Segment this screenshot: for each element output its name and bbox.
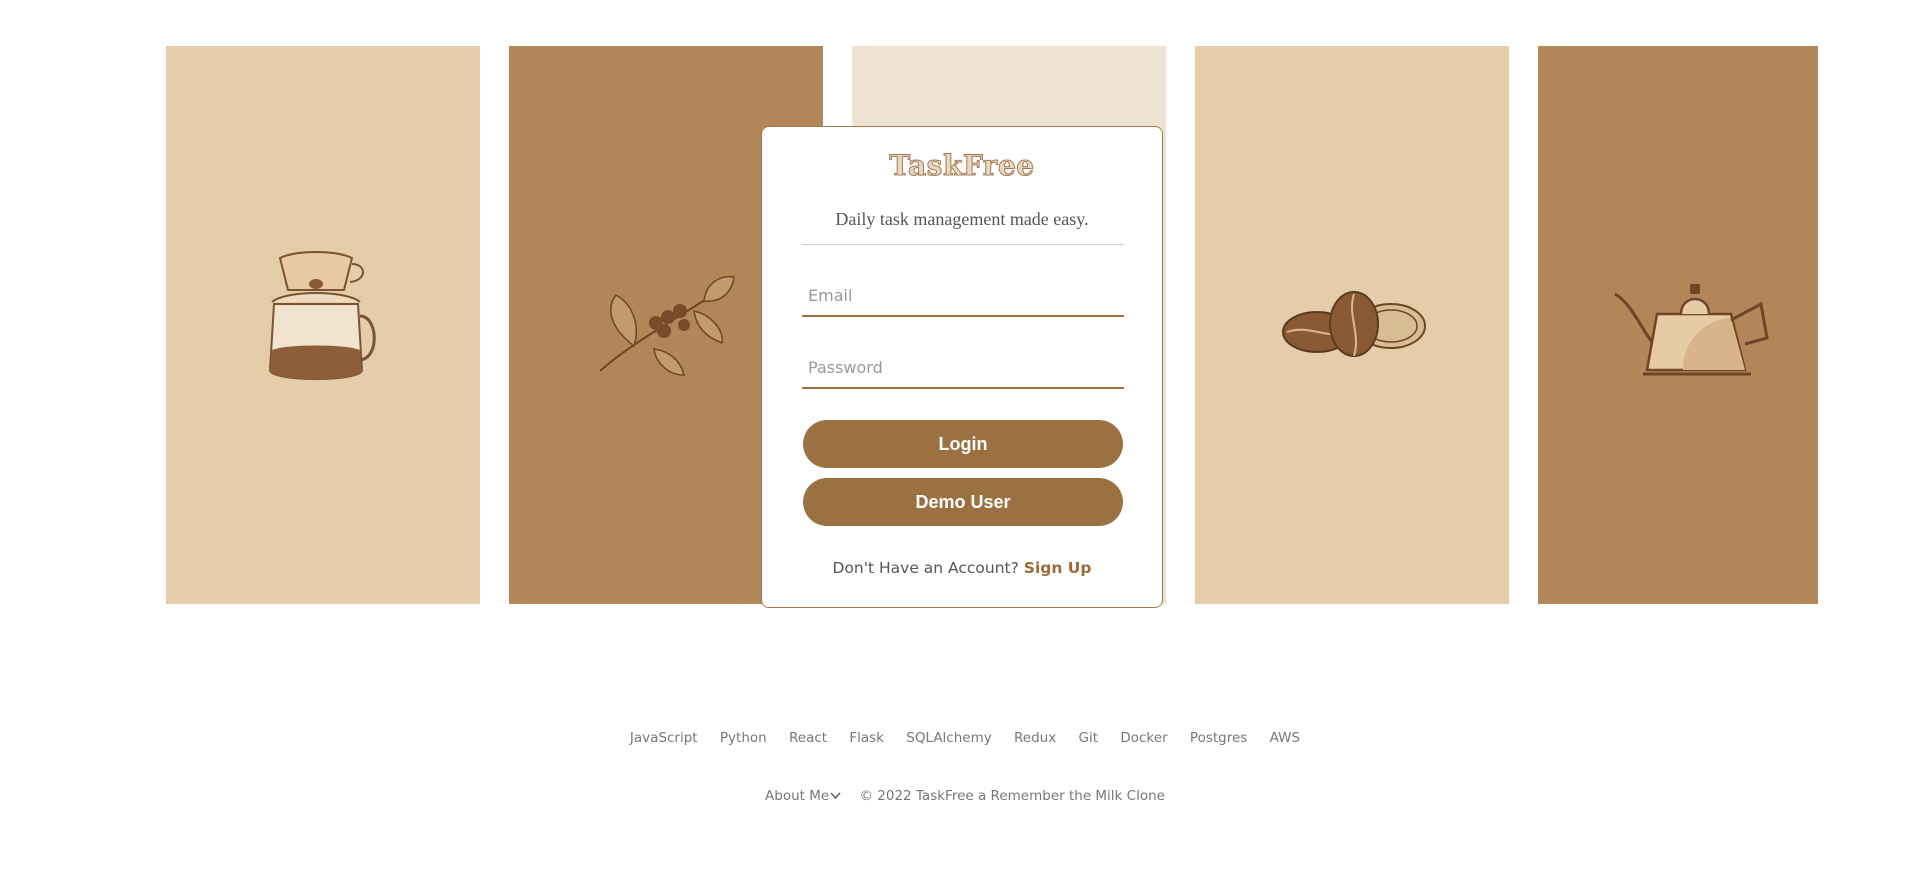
- demo-user-button[interactable]: Demo User: [803, 478, 1123, 526]
- signup-link[interactable]: Sign Up: [1024, 559, 1092, 577]
- tech-item: JavaScript: [629, 730, 698, 746]
- coffee-beans-icon: [1282, 291, 1426, 357]
- tech-stack-list: JavaScript Python React Flask SQLAlchemy…: [0, 730, 1910, 746]
- tech-item: Docker: [1120, 730, 1168, 746]
- signup-prompt: Don't Have an Account?: [832, 559, 1019, 577]
- tech-item: React: [788, 730, 828, 746]
- tech-item: Postgres: [1189, 730, 1248, 746]
- tech-item: SQLAlchemy: [906, 730, 992, 746]
- gooseneck-kettle-icon: [1614, 284, 1769, 376]
- tech-item: Python: [719, 730, 767, 746]
- tech-item: AWS: [1269, 730, 1301, 746]
- tech-item: Flask: [849, 730, 884, 746]
- pour-over-coffee-maker-icon: [268, 251, 376, 380]
- about-me-dropdown[interactable]: About Me: [765, 788, 841, 804]
- password-field[interactable]: [802, 347, 1124, 389]
- divider: [802, 244, 1124, 245]
- about-me-label: About Me: [765, 788, 830, 804]
- chevron-down-icon: [830, 792, 841, 800]
- background-panel-4: [1195, 46, 1509, 604]
- copyright-text: © 2022 TaskFree a Remember the Milk Clon…: [859, 788, 1165, 804]
- coffee-branch-icon: [599, 275, 735, 376]
- app-logo: TaskFree: [889, 149, 1035, 183]
- footer: About Me © 2022 TaskFree a Remember the …: [0, 788, 1910, 804]
- background-panel-1: [166, 46, 480, 604]
- tech-item: Git: [1078, 730, 1099, 746]
- login-card: TaskFree Daily task management made easy…: [761, 126, 1163, 608]
- background-panel-5: [1538, 46, 1818, 604]
- login-button[interactable]: Login: [803, 420, 1123, 468]
- signup-row: Don't Have an Account? Sign Up: [762, 559, 1162, 577]
- email-field[interactable]: [802, 275, 1124, 317]
- tech-item: Redux: [1014, 730, 1057, 746]
- app-tagline: Daily task management made easy.: [835, 209, 1089, 229]
